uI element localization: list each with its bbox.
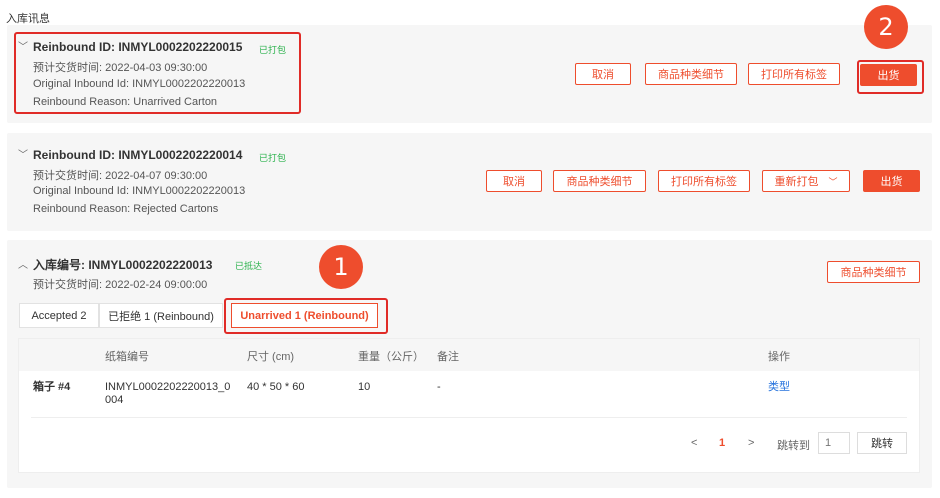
card-title: 入库编号: INMYL0002202220013: [33, 258, 213, 272]
ship-time: 预计交货时间: 2022-04-07 09:30:00: [33, 170, 208, 182]
jump-to-label: 跳转到: [777, 440, 810, 452]
table-header: 纸箱编号 尺寸 (cm) 重量（公斤） 备注 操作: [19, 339, 919, 371]
current-page[interactable]: 1: [719, 437, 725, 449]
carton-table: 纸箱编号 尺寸 (cm) 重量（公斤） 备注 操作 箱子 #4 INMYL000…: [18, 338, 920, 473]
chevron-down-icon[interactable]: ﹀: [18, 146, 28, 161]
cancel-button[interactable]: 取消: [575, 63, 631, 85]
column-header: 尺寸 (cm): [247, 351, 295, 363]
column-header: 重量（公斤）: [358, 351, 424, 363]
column-header: 备注: [437, 351, 459, 363]
sku-detail-button[interactable]: 商品种类细节: [827, 261, 920, 283]
jump-button[interactable]: 跳转: [857, 432, 907, 454]
box-label: 箱子 #4: [33, 381, 71, 393]
carton-number-cont: 004: [105, 394, 124, 406]
ship-time: 预计交货时间: 2022-02-24 09:00:00: [33, 279, 208, 291]
type-link[interactable]: 类型: [768, 381, 790, 394]
step-marker-1: 1: [319, 245, 363, 289]
carton-note: -: [437, 381, 441, 393]
column-header: 操作: [768, 351, 790, 363]
column-header: 纸箱编号: [105, 351, 149, 363]
carton-size: 40 * 50 * 60: [247, 381, 305, 393]
repack-label: 重新打包: [774, 176, 819, 188]
row-divider: [31, 417, 907, 418]
highlight-frame-card1-header: [14, 32, 301, 114]
next-page-button[interactable]: >: [748, 437, 754, 449]
tab-accepted[interactable]: Accepted 2: [19, 303, 99, 328]
cancel-button[interactable]: 取消: [486, 170, 542, 192]
status-badge: 已打包: [259, 153, 287, 163]
carton-weight: 10: [358, 381, 371, 393]
sku-detail-button[interactable]: 商品种类细节: [553, 170, 646, 192]
print-all-labels-button[interactable]: 打印所有标签: [658, 170, 750, 192]
highlight-frame-ship-button: [857, 60, 924, 94]
repack-dropdown[interactable]: 重新打包 ﹀: [762, 170, 850, 192]
step-marker-2: 2: [864, 5, 908, 49]
ship-button[interactable]: 出货: [863, 170, 920, 192]
reinbound-reason: Reinbound Reason: Rejected Cartons: [33, 203, 219, 215]
highlight-frame-unarrived-tab: [224, 298, 388, 334]
jump-page-input[interactable]: [818, 432, 850, 454]
sku-detail-button[interactable]: 商品种类细节: [645, 63, 737, 85]
print-all-labels-button[interactable]: 打印所有标签: [748, 63, 840, 85]
reinbound-card-2: ﹀ Reinbound ID: INMYL0002202220014 已打包 预…: [7, 133, 932, 231]
carton-number: INMYL0002202220013_0: [105, 381, 231, 393]
prev-page-button[interactable]: <: [691, 437, 697, 449]
status-badge: 已抵达: [235, 261, 263, 271]
card-title: Reinbound ID: INMYL0002202220014: [33, 148, 243, 162]
tab-rejected[interactable]: 已拒绝 1 (Reinbound): [99, 303, 223, 328]
original-inbound-id: Original Inbound Id: INMYL0002202220013: [33, 185, 246, 197]
chevron-down-icon: ﹀: [828, 176, 838, 187]
page-title: 入库讯息: [6, 13, 50, 25]
chevron-up-icon[interactable]: ︿: [18, 256, 28, 271]
